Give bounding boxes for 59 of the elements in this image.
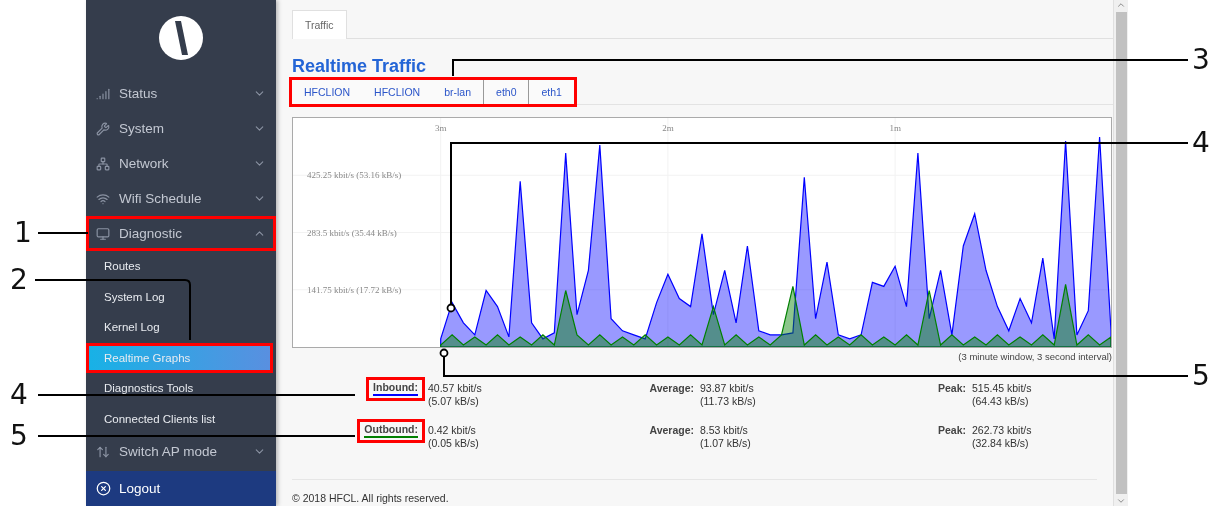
stat-label: Peak: (937, 423, 966, 438)
stat-value: 40.57 kbit/s (5.07 kB/s) (428, 381, 483, 408)
logout-button[interactable]: Logout (86, 471, 276, 506)
sidebar-item[interactable]: Switch AP mode (86, 434, 276, 469)
submenu-item[interactable]: Kernel Log (86, 312, 276, 343)
sidebar-item[interactable]: Status (86, 76, 276, 111)
axis-label: 425.25 kbit/s (53.16 kB/s) (307, 170, 402, 181)
sidebar-item[interactable]: Diagnostic (86, 216, 276, 251)
axis-label: 283.5 kbit/s (35.44 kB/s) (307, 227, 397, 238)
scrollbar[interactable] (1113, 0, 1128, 506)
submenu-item[interactable]: Connected Clients list (86, 403, 276, 434)
interface-tab[interactable]: HFCLION (362, 80, 433, 104)
sidebar-item[interactable]: Wifi Schedule (86, 181, 276, 216)
menu-icon (96, 444, 110, 459)
axis-label: 3m (434, 123, 447, 133)
submenu-item[interactable]: System Log (86, 281, 276, 312)
submenu-item[interactable]: Diagnostics Tools (86, 373, 276, 404)
callout-number: 1 (14, 218, 32, 248)
stat-label: Peak: (937, 381, 966, 396)
callout-number: 2 (10, 265, 28, 295)
interface-tab[interactable]: HFCLION (292, 80, 363, 104)
stat-label: Inbound: (373, 381, 418, 396)
menu-icon (96, 156, 110, 171)
stat-label: Outbound: (364, 423, 418, 438)
page-tab[interactable]: Traffic (292, 10, 347, 39)
callout-number: 3 (1192, 45, 1210, 75)
page-title: Realtime Traffic (292, 56, 427, 77)
axis-label: 1m (889, 123, 901, 133)
scroll-up-icon[interactable] (1116, 0, 1126, 10)
stat-value: 262.73 kbit/s (32.84 kB/s) (972, 423, 1033, 450)
interface-tab[interactable]: eth0 (483, 80, 529, 104)
stat-value: 0.42 kbit/s (0.05 kB/s) (428, 423, 480, 450)
submenu-item[interactable]: Routes (86, 251, 276, 282)
stat-value: 8.53 kbit/s (1.07 kB/s) (700, 423, 752, 450)
callout-number: 5 (10, 421, 28, 451)
callout-number: 4 (10, 380, 28, 410)
stat-value: 93.87 kbit/s (11.73 kB/s) (700, 381, 757, 408)
footer-text: © 2018 HFCL. All rights reserved. (292, 479, 1097, 506)
menu-icon (96, 226, 110, 241)
callout-number: 5 (1192, 361, 1210, 391)
logo-icon (158, 15, 204, 61)
sidebar-item[interactable]: System (86, 111, 276, 146)
sidebar-item[interactable]: Network (86, 146, 276, 181)
stat-value: 515.45 kbit/s (64.43 kB/s) (972, 381, 1033, 408)
scroll-down-icon[interactable] (1116, 496, 1126, 506)
menu-icon (96, 86, 110, 101)
close-icon (96, 481, 111, 496)
interface-tab[interactable]: eth1 (528, 80, 574, 104)
menu-icon (96, 191, 110, 206)
leader-line (37, 232, 89, 234)
interface-tab[interactable]: br-lan (432, 80, 484, 104)
axis-label: 2m (662, 123, 674, 133)
stat-label: Average: (649, 381, 694, 396)
callout-number: 4 (1192, 128, 1210, 158)
chart-caption: (3 minute window, 3 second interval) (957, 351, 1112, 362)
logout-label: Logout (119, 481, 161, 496)
stat-label: Average: (649, 423, 694, 438)
axis-label: 141.75 kbit/s (17.72 kB/s) (307, 284, 402, 295)
menu-icon (96, 121, 110, 136)
